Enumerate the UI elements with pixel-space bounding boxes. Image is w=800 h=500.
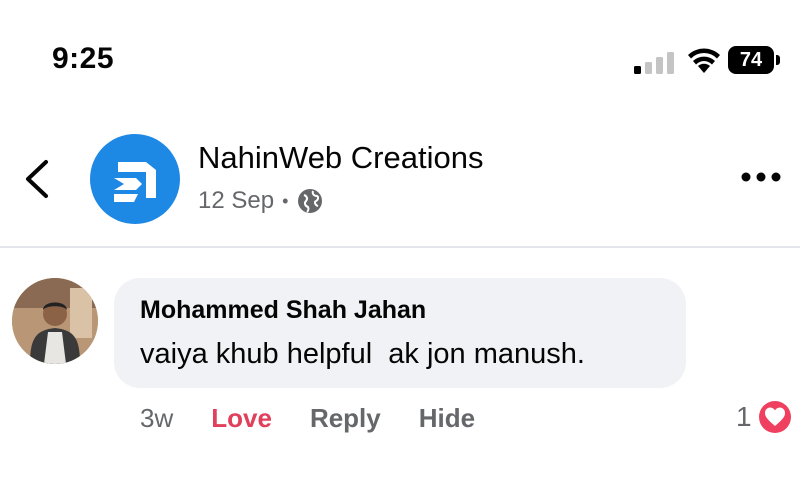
globe-icon — [298, 189, 323, 213]
reaction-summary[interactable]: 1 — [736, 398, 794, 436]
chevron-left-icon[interactable] — [22, 158, 52, 200]
post-date[interactable]: 12 Sep — [198, 187, 274, 215]
battery-indicator: 74 — [728, 46, 782, 74]
status-time: 9:25 — [52, 42, 115, 75]
wifi-icon — [688, 48, 720, 73]
header-divider — [0, 246, 800, 248]
battery-level: 74 — [739, 49, 763, 71]
comment-author[interactable]: Mohammed Shah Jahan — [140, 296, 426, 325]
reaction-count: 1 — [736, 401, 752, 432]
love-reaction-icon — [756, 399, 793, 435]
commenter-avatar[interactable] — [12, 278, 98, 364]
person-avatar-image — [12, 278, 98, 364]
comment-text: vaiya khub helpful ak jon manush. — [140, 338, 585, 370]
post-meta: 12 Sep • — [198, 186, 324, 216]
cellular-signal-icon — [634, 52, 674, 74]
meta-separator: • — [282, 190, 289, 211]
hide-button[interactable]: Hide — [419, 403, 475, 434]
comment-time[interactable]: 3w — [140, 403, 173, 434]
comment-actions: 3w Love Reply Hide — [140, 400, 475, 436]
more-horizontal-icon[interactable] — [740, 168, 782, 186]
reply-button[interactable]: Reply — [310, 403, 381, 434]
page-avatar[interactable] — [90, 134, 180, 224]
page-name[interactable]: NahinWeb Creations — [198, 140, 483, 176]
comment-bubble[interactable] — [114, 278, 686, 388]
page-logo — [114, 162, 156, 202]
love-button[interactable]: Love — [211, 403, 272, 434]
